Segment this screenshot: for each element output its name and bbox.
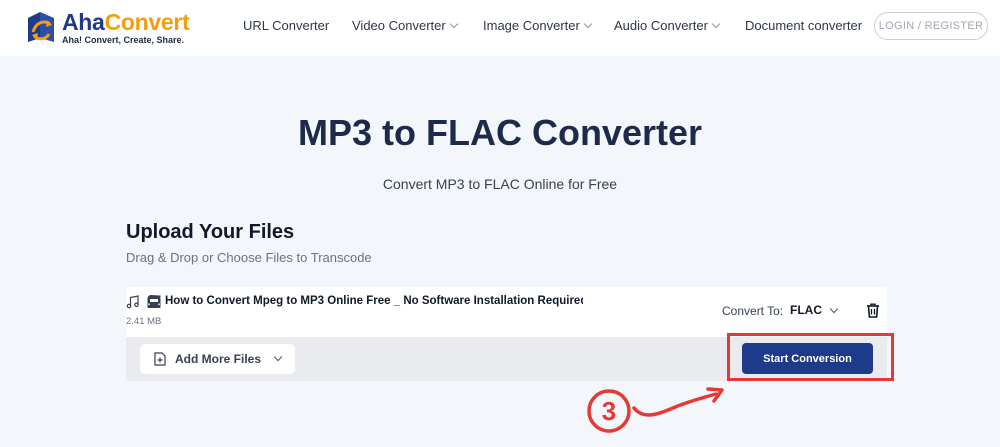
nav-audio-converter-label: Audio Converter xyxy=(614,18,708,33)
file-name: How to Convert Mpeg to MP3 Online Free _… xyxy=(165,295,583,307)
nav-document-converter[interactable]: Document converter xyxy=(745,18,862,33)
nav-video-converter-label: Video Converter xyxy=(352,18,446,33)
logo-name-part1: Aha xyxy=(62,8,105,35)
logo-name: AhaConvert xyxy=(62,8,190,35)
site-logo[interactable]: AhaConvert Aha! Convert, Create, Share. xyxy=(24,8,190,46)
nav-image-converter-label: Image Converter xyxy=(483,18,580,33)
music-note-icon xyxy=(126,295,139,309)
nav-audio-converter[interactable]: Audio Converter xyxy=(614,18,721,33)
add-more-files-label: Add More Files xyxy=(175,352,262,366)
nav-video-converter[interactable]: Video Converter xyxy=(352,18,458,33)
chevron-down-icon xyxy=(449,19,458,29)
step-number-badge: 3 xyxy=(587,389,631,433)
login-register-button[interactable]: LOGIN / REGISTER xyxy=(874,12,988,40)
convert-to-label: Convert To: xyxy=(722,304,784,318)
trash-icon[interactable] xyxy=(866,303,880,318)
logo-tagline: Aha! Convert, Create, Share. xyxy=(62,34,185,45)
output-format-value: FLAC xyxy=(790,303,822,317)
file-size: 2.41 MB xyxy=(126,316,162,327)
chevron-down-icon xyxy=(583,19,593,29)
step-number: 3 xyxy=(602,396,616,426)
logo-name-part2: Convert xyxy=(104,8,190,35)
chevron-down-icon[interactable] xyxy=(273,352,283,362)
nav-url-converter[interactable]: URL Converter xyxy=(243,18,329,33)
page-title: MP3 to FLAC Converter xyxy=(297,112,703,153)
nav-document-converter-label: Document converter xyxy=(745,18,863,33)
chevron-down-icon xyxy=(829,304,839,313)
chevron-down-icon xyxy=(711,19,721,29)
page-subtitle: Convert MP3 to FLAC Online for Free xyxy=(382,176,618,192)
nav-url-converter-label: URL Converter xyxy=(243,18,330,33)
add-file-icon xyxy=(154,352,166,366)
logo-text: AhaConvert Aha! Convert, Create, Share. xyxy=(62,8,190,45)
upload-subtitle: Drag & Drop or Choose Files to Transcode xyxy=(126,250,372,265)
site-header: AhaConvert Aha! Convert, Create, Share. … xyxy=(0,0,1000,56)
nav-image-converter[interactable]: Image Converter xyxy=(483,18,593,33)
arrow-icon xyxy=(632,387,724,417)
output-format-select[interactable]: FLAC xyxy=(790,303,839,317)
add-more-files-button[interactable]: Add More Files xyxy=(140,344,295,374)
upload-title: Upload Your Files xyxy=(126,221,295,243)
file-row: How to Convert Mpeg to MP3 Online Free _… xyxy=(126,287,887,337)
logo-icon xyxy=(28,12,54,42)
start-conversion-button[interactable]: Start Conversion xyxy=(742,343,873,374)
film-icon xyxy=(147,295,161,308)
